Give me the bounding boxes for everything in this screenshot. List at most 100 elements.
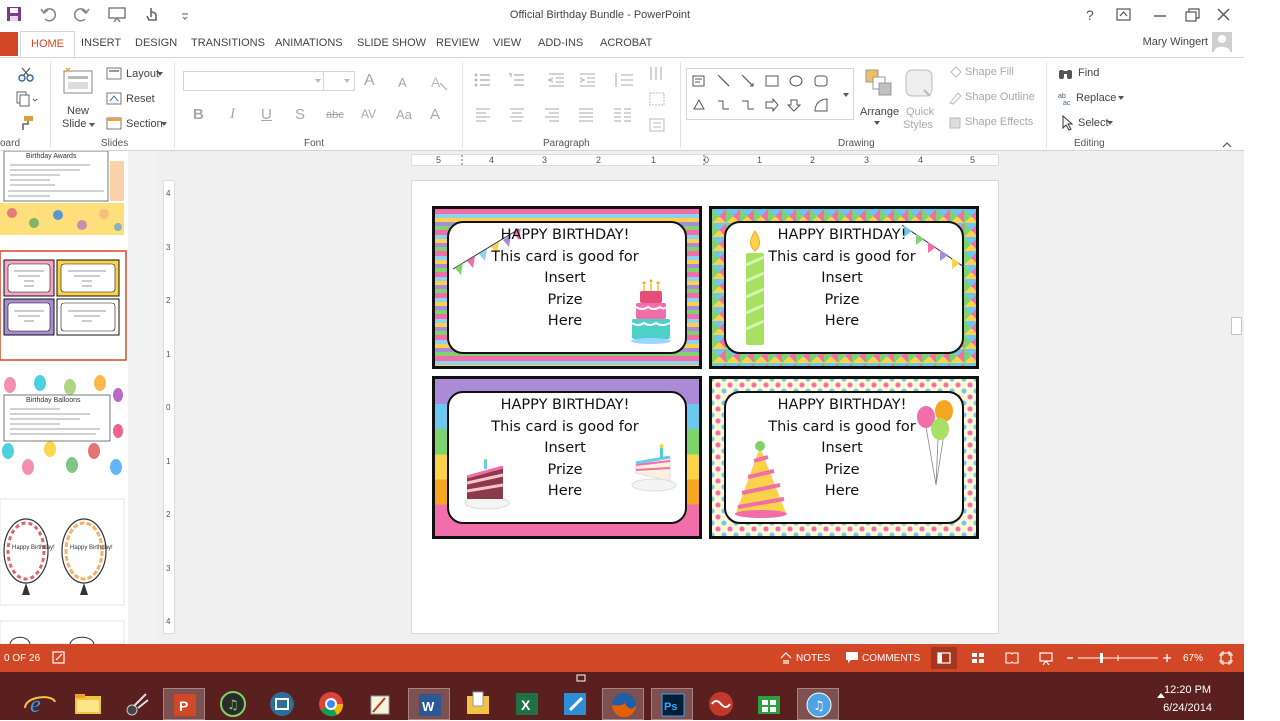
help-icon[interactable]: ? bbox=[1080, 6, 1100, 24]
underline-button[interactable]: U bbox=[261, 106, 272, 123]
tab-animations[interactable]: ANIMATIONS bbox=[275, 37, 343, 49]
tab-review[interactable]: REVIEW bbox=[436, 37, 479, 49]
decrease-indent-icon[interactable] bbox=[548, 72, 566, 88]
taskbar-snipping[interactable] bbox=[116, 688, 158, 720]
tab-slide-show[interactable]: SLIDE SHOW bbox=[357, 37, 426, 49]
bullets-icon[interactable] bbox=[474, 72, 496, 88]
format-painter-icon[interactable] bbox=[18, 115, 34, 131]
align-text-icon[interactable] bbox=[648, 91, 670, 107]
align-right-icon[interactable] bbox=[543, 107, 563, 123]
tab-transitions[interactable]: TRANSITIONS bbox=[191, 37, 265, 49]
tab-design[interactable]: DESIGN bbox=[135, 37, 177, 49]
taskbar-chrome[interactable] bbox=[310, 688, 352, 720]
shapes-gallery[interactable] bbox=[686, 68, 854, 120]
new-slide-label-2[interactable]: Slide bbox=[62, 118, 86, 130]
shape-fill-icon[interactable] bbox=[948, 66, 962, 80]
zoom-slider[interactable] bbox=[1066, 653, 1172, 663]
user-name[interactable]: Mary Wingert bbox=[1143, 36, 1208, 48]
avatar[interactable] bbox=[1212, 32, 1232, 52]
zoom-level[interactable]: 67% bbox=[1183, 653, 1203, 664]
quick-styles-label-2[interactable]: Styles bbox=[903, 119, 933, 131]
taskbar-app[interactable] bbox=[359, 688, 401, 720]
fit-slide-icon[interactable] bbox=[1219, 651, 1233, 665]
bold-button[interactable]: B bbox=[193, 106, 204, 123]
increase-indent-icon[interactable] bbox=[579, 72, 597, 88]
chevron-down-icon[interactable] bbox=[1118, 96, 1124, 100]
text-direction-icon[interactable] bbox=[648, 66, 670, 82]
find-icon[interactable] bbox=[1058, 66, 1074, 80]
tab-acrobat[interactable]: ACROBAT bbox=[600, 37, 652, 49]
new-slide-icon[interactable] bbox=[62, 66, 94, 94]
notes-icon[interactable] bbox=[780, 652, 792, 664]
strikethrough-button[interactable]: abc bbox=[326, 109, 344, 121]
numbering-icon[interactable] bbox=[508, 72, 530, 88]
align-left-icon[interactable] bbox=[474, 107, 494, 123]
change-case-button[interactable]: Aa bbox=[396, 107, 412, 122]
prize-card-2[interactable]: HAPPY BIRTHDAY! This card is good for In… bbox=[709, 206, 979, 369]
reset-icon[interactable] bbox=[106, 92, 122, 105]
select-icon[interactable] bbox=[1060, 115, 1074, 131]
slide-thumbnails[interactable]: Birthday Awards Birthday Balloons Happy … bbox=[0, 151, 128, 644]
new-slide-label[interactable]: New bbox=[67, 105, 89, 117]
shapes-gallery-icons[interactable] bbox=[687, 69, 855, 121]
section-icon[interactable] bbox=[106, 117, 122, 130]
text-shadow-button[interactable]: S bbox=[295, 106, 305, 123]
taskbar-word[interactable]: W bbox=[408, 688, 450, 720]
arrange-button[interactable]: Arrange bbox=[860, 106, 899, 118]
reading-view-icon[interactable] bbox=[1005, 652, 1019, 664]
taskbar-itunes[interactable]: ♫ bbox=[797, 688, 839, 720]
prize-card-4[interactable]: HAPPY BIRTHDAY! This card is good for In… bbox=[709, 376, 979, 539]
ribbon-display-options-icon[interactable] bbox=[1114, 6, 1134, 24]
chevron-down-icon[interactable] bbox=[874, 121, 880, 125]
replace-icon[interactable]: abac bbox=[1058, 91, 1074, 105]
reset-button[interactable]: Reset bbox=[126, 93, 155, 105]
chevron-down-icon[interactable] bbox=[344, 79, 350, 83]
vertical-scrollbar[interactable] bbox=[1229, 151, 1244, 644]
arrange-icon[interactable] bbox=[864, 68, 892, 96]
thumbnail-pane[interactable]: Birthday Awards Birthday Balloons Happy … bbox=[0, 151, 128, 644]
chevron-down-icon[interactable] bbox=[315, 79, 321, 83]
chevron-down-icon[interactable] bbox=[1107, 121, 1113, 125]
clear-formatting-icon[interactable]: A bbox=[430, 73, 448, 91]
align-center-icon[interactable] bbox=[508, 107, 528, 123]
taskbar-notes-app[interactable] bbox=[554, 688, 596, 720]
layout-button[interactable]: Layout bbox=[126, 68, 159, 80]
shape-outline-icon[interactable] bbox=[948, 91, 962, 105]
copy-icon[interactable] bbox=[16, 91, 38, 107]
quick-styles-label[interactable]: Quick bbox=[906, 106, 934, 118]
tab-add-ins[interactable]: ADD-INS bbox=[538, 37, 583, 49]
taskbar-store[interactable] bbox=[748, 688, 790, 720]
notes-button[interactable]: NOTES bbox=[796, 653, 830, 664]
spell-check-icon[interactable] bbox=[52, 651, 66, 665]
taskbar-powerpoint[interactable]: P bbox=[163, 688, 205, 720]
taskbar-photoshop[interactable]: Ps bbox=[651, 688, 693, 720]
scrollbar-thumb[interactable] bbox=[1231, 317, 1242, 335]
file-tab[interactable] bbox=[0, 32, 18, 56]
tab-insert[interactable]: INSERT bbox=[81, 37, 121, 49]
find-button[interactable]: Find bbox=[1078, 67, 1099, 79]
taskbar-excel[interactable]: X bbox=[506, 688, 548, 720]
slide-show-icon[interactable] bbox=[1039, 652, 1053, 665]
font-size-dropdown[interactable] bbox=[323, 71, 355, 91]
minimize-icon[interactable] bbox=[1150, 6, 1170, 24]
taskbar-media-app[interactable] bbox=[700, 688, 742, 720]
comments-icon[interactable] bbox=[845, 651, 859, 664]
chevron-down-icon[interactable] bbox=[161, 122, 167, 126]
shape-outline-button[interactable]: Shape Outline bbox=[965, 91, 1035, 103]
italic-button[interactable]: I bbox=[230, 106, 235, 123]
taskbar-firefox[interactable] bbox=[602, 688, 644, 720]
taskbar-clock[interactable]: 12:20 PM 6/24/2014 bbox=[1163, 681, 1212, 717]
prize-card-1[interactable]: HAPPY BIRTHDAY! This card is good for In… bbox=[432, 206, 702, 369]
line-spacing-icon[interactable] bbox=[613, 72, 635, 88]
taskbar-movie-maker[interactable] bbox=[261, 688, 303, 720]
restore-icon[interactable] bbox=[1182, 6, 1202, 24]
tab-home[interactable]: HOME bbox=[20, 31, 75, 57]
quick-styles-icon[interactable] bbox=[904, 68, 934, 98]
comments-button[interactable]: COMMENTS bbox=[862, 653, 920, 664]
columns-icon[interactable] bbox=[612, 107, 634, 123]
cut-icon[interactable] bbox=[18, 66, 34, 82]
collapse-ribbon-icon[interactable] bbox=[1222, 142, 1232, 148]
prize-card-3[interactable]: HAPPY BIRTHDAY! This card is good for In… bbox=[432, 376, 702, 539]
shape-fill-button[interactable]: Shape Fill bbox=[965, 66, 1014, 78]
chevron-down-icon[interactable] bbox=[157, 72, 163, 76]
